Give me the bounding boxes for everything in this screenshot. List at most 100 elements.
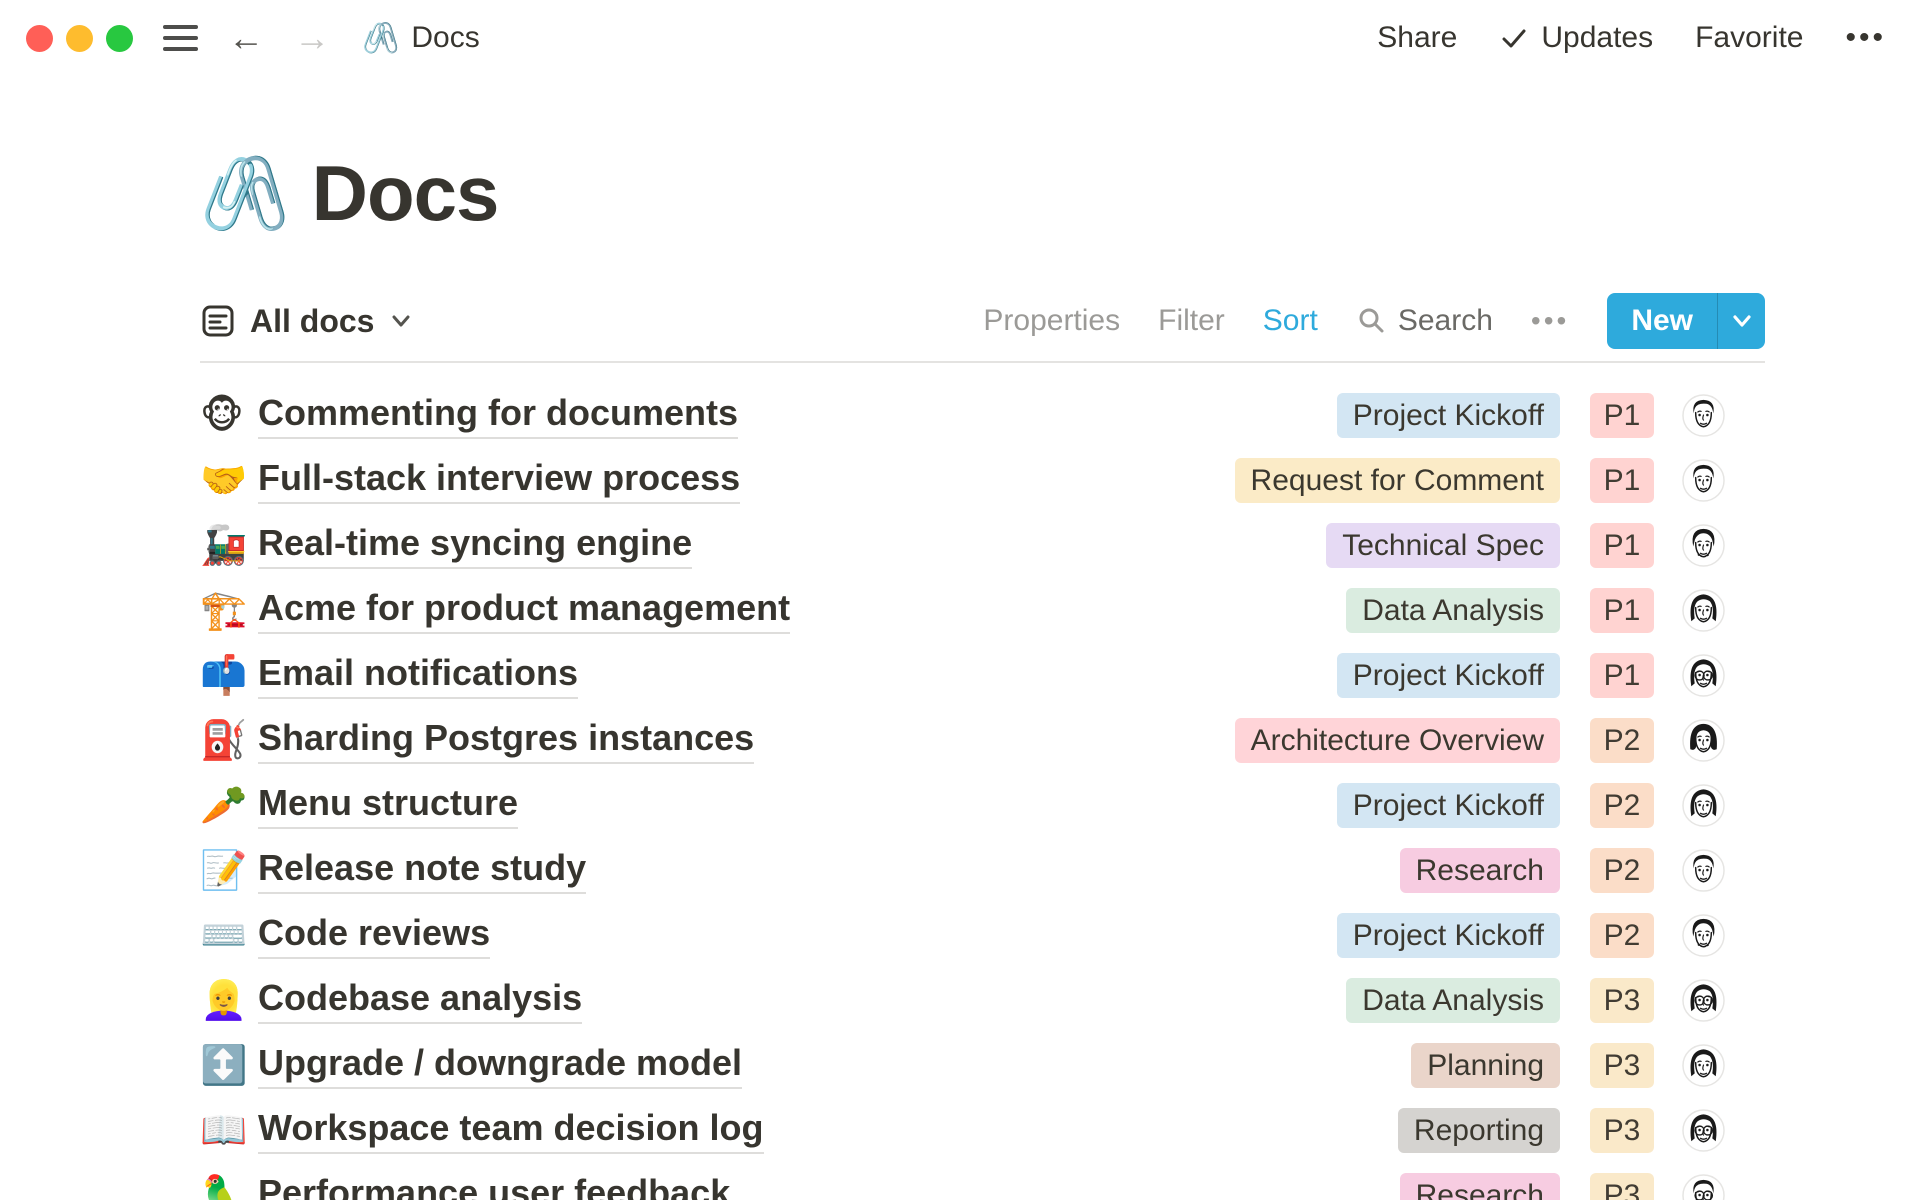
menu-icon[interactable] bbox=[163, 25, 198, 51]
doc-type-tag[interactable]: Project Kickoff bbox=[1337, 913, 1560, 958]
avatar bbox=[1682, 1174, 1725, 1200]
doc-type-tag[interactable]: Project Kickoff bbox=[1337, 653, 1560, 698]
priority-badge[interactable]: P2 bbox=[1590, 848, 1654, 893]
doc-title-link[interactable]: Sharding Postgres instances bbox=[258, 717, 754, 764]
priority-badge[interactable]: P3 bbox=[1590, 978, 1654, 1023]
new-button-group: New bbox=[1607, 293, 1765, 349]
view-label: All docs bbox=[250, 303, 374, 340]
view-more-icon[interactable]: ••• bbox=[1531, 305, 1569, 337]
doc-emoji-icon[interactable]: 🚂 bbox=[200, 527, 244, 565]
doc-title-link[interactable]: Full-stack interview process bbox=[258, 457, 740, 504]
avatar bbox=[1682, 1044, 1725, 1087]
filter-button[interactable]: Filter bbox=[1158, 304, 1225, 338]
doc-emoji-icon[interactable]: ⌨️ bbox=[200, 917, 244, 955]
doc-emoji-icon[interactable]: ⛽ bbox=[200, 722, 244, 760]
forward-button[interactable]: → bbox=[294, 20, 330, 56]
doc-type-tag[interactable]: Architecture Overview bbox=[1235, 718, 1560, 763]
priority-badge[interactable]: P1 bbox=[1590, 588, 1654, 633]
back-button[interactable]: ← bbox=[228, 20, 264, 56]
chevron-down-icon bbox=[388, 308, 414, 334]
priority-badge[interactable]: P3 bbox=[1590, 1043, 1654, 1088]
priority-badge[interactable]: P3 bbox=[1590, 1108, 1654, 1153]
view-switcher-all-docs[interactable]: All docs bbox=[200, 303, 414, 340]
priority-badge[interactable]: P1 bbox=[1590, 393, 1654, 438]
doc-type-tag[interactable]: Data Analysis bbox=[1346, 588, 1560, 633]
table-row: 🐵 Commenting for documents Project Kicko… bbox=[200, 383, 1765, 448]
updates-button[interactable]: Updates bbox=[1499, 21, 1653, 55]
avatar bbox=[1682, 849, 1725, 892]
close-button[interactable] bbox=[26, 25, 53, 52]
doc-title-link[interactable]: Codebase analysis bbox=[258, 977, 582, 1024]
avatar bbox=[1682, 589, 1725, 632]
traffic-lights bbox=[26, 25, 133, 52]
doc-title-link[interactable]: Commenting for documents bbox=[258, 392, 738, 439]
table-row: 📝 Release note study Research P2 bbox=[200, 838, 1765, 903]
doc-emoji-icon[interactable]: 👱‍♀️ bbox=[200, 982, 244, 1020]
doc-title-link[interactable]: Code reviews bbox=[258, 912, 490, 959]
favorite-button[interactable]: Favorite bbox=[1695, 21, 1803, 55]
priority-badge[interactable]: P3 bbox=[1590, 1173, 1654, 1200]
avatar bbox=[1682, 979, 1725, 1022]
doc-emoji-icon[interactable]: 🤝 bbox=[200, 462, 244, 500]
priority-badge[interactable]: P1 bbox=[1590, 653, 1654, 698]
doc-emoji-icon[interactable]: ↕️ bbox=[200, 1047, 244, 1085]
avatar bbox=[1682, 784, 1725, 827]
doc-type-tag[interactable]: Technical Spec bbox=[1326, 523, 1560, 568]
doc-emoji-icon[interactable]: 📝 bbox=[200, 852, 244, 890]
share-button[interactable]: Share bbox=[1377, 21, 1457, 55]
doc-emoji-icon[interactable]: 📖 bbox=[200, 1112, 244, 1150]
properties-button[interactable]: Properties bbox=[983, 304, 1120, 338]
doc-title-link[interactable]: Workspace team decision log bbox=[258, 1107, 764, 1154]
doc-type-tag[interactable]: Project Kickoff bbox=[1337, 783, 1560, 828]
priority-badge[interactable]: P1 bbox=[1590, 523, 1654, 568]
doc-emoji-icon[interactable]: 🐵 bbox=[200, 397, 244, 435]
doc-title-link[interactable]: Email notifications bbox=[258, 652, 578, 699]
table-row: 🚂 Real-time syncing engine Technical Spe… bbox=[200, 513, 1765, 578]
priority-badge[interactable]: P2 bbox=[1590, 913, 1654, 958]
table-row: 🦜 Performance user feedback Research P3 bbox=[200, 1163, 1765, 1200]
doc-type-tag[interactable]: Research bbox=[1400, 1173, 1560, 1200]
new-button[interactable]: New bbox=[1607, 293, 1717, 349]
doc-type-tag[interactable]: Data Analysis bbox=[1346, 978, 1560, 1023]
page-title: Docs bbox=[312, 148, 499, 239]
doc-emoji-icon[interactable]: 📫 bbox=[200, 657, 244, 695]
avatar bbox=[1682, 1109, 1725, 1152]
table-row: ↕️ Upgrade / downgrade model Planning P3 bbox=[200, 1033, 1765, 1098]
search-icon bbox=[1356, 305, 1388, 337]
avatar bbox=[1682, 914, 1725, 957]
more-options-icon[interactable]: ••• bbox=[1845, 21, 1886, 55]
doc-type-tag[interactable]: Project Kickoff bbox=[1337, 393, 1560, 438]
doc-title-link[interactable]: Menu structure bbox=[258, 782, 518, 829]
check-icon bbox=[1499, 23, 1529, 53]
page-header: 🖇️ Docs bbox=[200, 148, 1765, 239]
doc-type-tag[interactable]: Reporting bbox=[1398, 1108, 1560, 1153]
doc-title-link[interactable]: Real-time syncing engine bbox=[258, 522, 692, 569]
doc-type-tag[interactable]: Planning bbox=[1411, 1043, 1560, 1088]
table-row: 📫 Email notifications Project Kickoff P1 bbox=[200, 643, 1765, 708]
window-titlebar: ← → 🖇️ Docs Share Updates Favorite ••• bbox=[0, 0, 1920, 76]
zoom-button[interactable] bbox=[106, 25, 133, 52]
doc-emoji-icon[interactable]: 🦜 bbox=[200, 1177, 244, 1200]
table-row: 🥕 Menu structure Project Kickoff P2 bbox=[200, 773, 1765, 838]
doc-title-link[interactable]: Acme for product management bbox=[258, 587, 790, 634]
doc-emoji-icon[interactable]: 🏗️ bbox=[200, 592, 244, 630]
doc-emoji-icon[interactable]: 🥕 bbox=[200, 787, 244, 825]
priority-badge[interactable]: P2 bbox=[1590, 783, 1654, 828]
avatar bbox=[1682, 394, 1725, 437]
doc-title-link[interactable]: Upgrade / downgrade model bbox=[258, 1042, 742, 1089]
priority-badge[interactable]: P1 bbox=[1590, 458, 1654, 503]
docs-table: 🐵 Commenting for documents Project Kicko… bbox=[200, 363, 1765, 1200]
priority-badge[interactable]: P2 bbox=[1590, 718, 1654, 763]
doc-title-link[interactable]: Release note study bbox=[258, 847, 586, 894]
search-button[interactable]: Search bbox=[1356, 304, 1493, 338]
new-dropdown-button[interactable] bbox=[1717, 293, 1765, 349]
avatar bbox=[1682, 459, 1725, 502]
minimize-button[interactable] bbox=[66, 25, 93, 52]
doc-list-icon bbox=[200, 303, 236, 339]
table-row: ⌨️ Code reviews Project Kickoff P2 bbox=[200, 903, 1765, 968]
page-icon[interactable]: 🖇️ bbox=[200, 158, 290, 230]
doc-title-link[interactable]: Performance user feedback bbox=[258, 1172, 730, 1200]
sort-button[interactable]: Sort bbox=[1263, 304, 1318, 338]
doc-type-tag[interactable]: Research bbox=[1400, 848, 1560, 893]
doc-type-tag[interactable]: Request for Comment bbox=[1235, 458, 1560, 503]
